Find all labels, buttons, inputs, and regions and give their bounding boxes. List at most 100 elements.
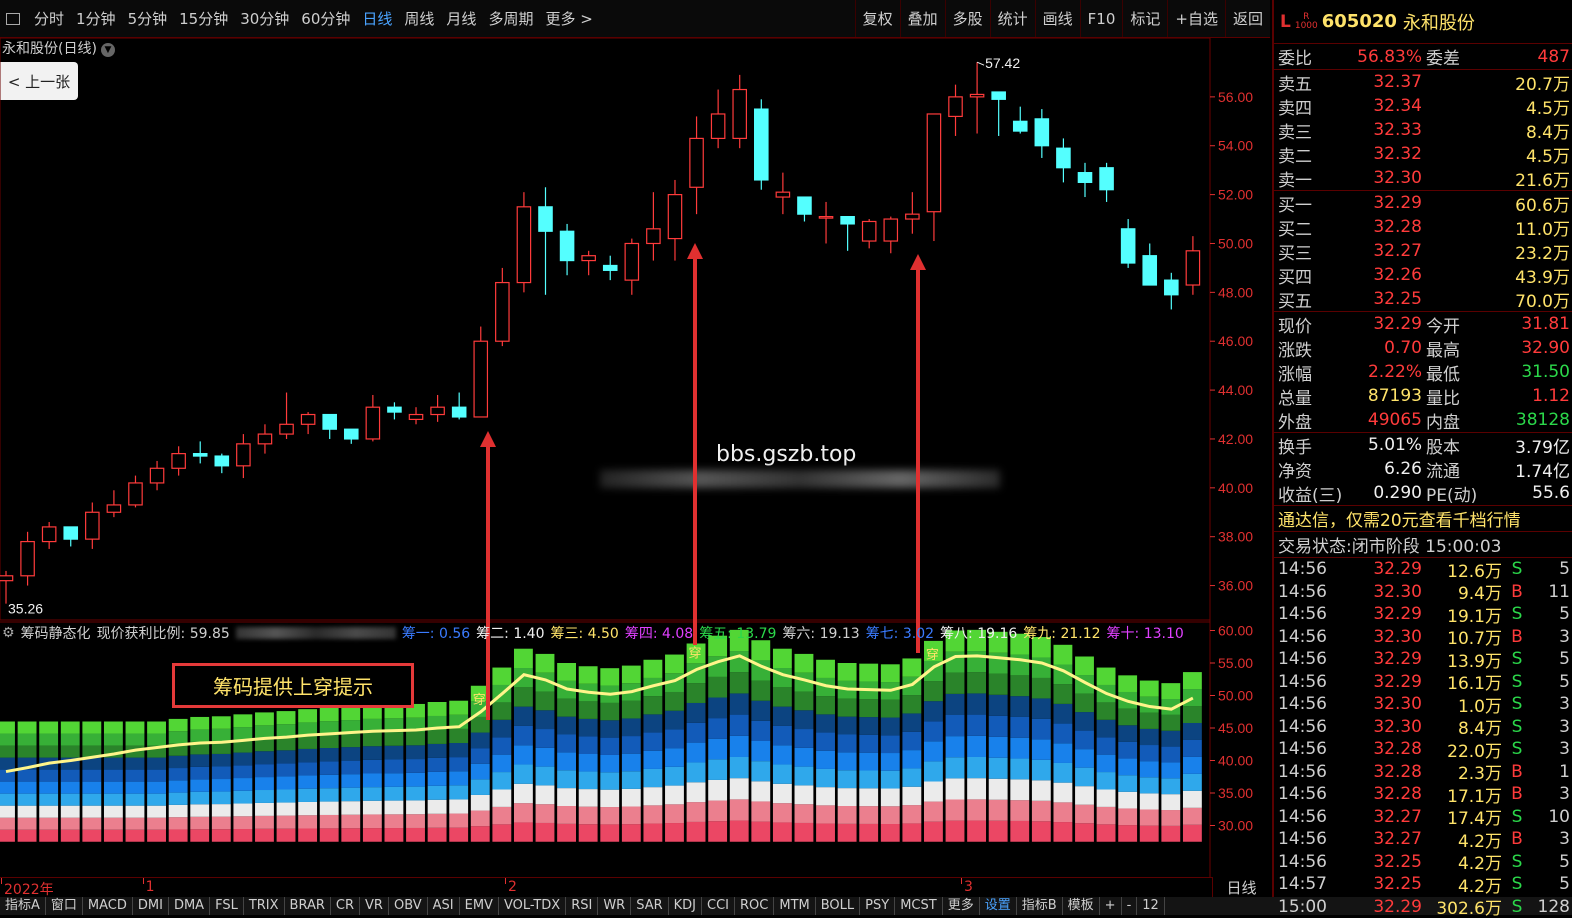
indicator-tab[interactable]: 更多 (943, 897, 980, 915)
chip-band (557, 752, 576, 770)
chip-band (255, 777, 274, 790)
chip-band (39, 794, 58, 806)
blurred-watermark (600, 470, 1000, 488)
book-price[interactable]: 32.28 (1326, 217, 1422, 237)
chip-band (298, 828, 317, 841)
indicator-tab[interactable]: DMI (133, 897, 169, 915)
ind-axis-label: 55.00 (1218, 655, 1253, 671)
indicator-tab[interactable]: TRIX (244, 897, 285, 915)
indicator-tab[interactable]: KDJ (669, 897, 702, 915)
indicator-name[interactable]: 筹码静态化 (21, 623, 91, 643)
indicator-tab[interactable]: OBV (389, 897, 428, 915)
chip-band (838, 735, 857, 753)
period-tab[interactable]: 60分钟 (295, 8, 356, 29)
book-price[interactable]: 32.37 (1326, 72, 1422, 92)
indicator-tab[interactable]: VR (360, 897, 389, 915)
chip-band (600, 720, 619, 737)
indicator-tab[interactable]: 设置 (980, 897, 1017, 915)
period-tab[interactable]: 5分钟 (122, 8, 174, 29)
period-tab[interactable]: 月线 (440, 8, 482, 29)
indicator-tab[interactable]: + (1100, 897, 1122, 915)
indicator-tab[interactable]: 12 (1137, 897, 1165, 915)
gear-icon[interactable]: ⚙ (2, 625, 15, 641)
tool-button[interactable]: 多股 (945, 0, 990, 37)
book-price[interactable]: 32.27 (1326, 241, 1422, 261)
indicator-tab[interactable]: MCST (895, 897, 943, 915)
indicator-tab[interactable]: - (1122, 897, 1138, 915)
indicator-tab[interactable]: BRAR (285, 897, 331, 915)
window-icon[interactable] (6, 13, 20, 25)
chip-band (169, 829, 188, 841)
chip-band (82, 782, 101, 794)
indicator-tab[interactable]: MACD (83, 897, 133, 915)
chip-band (190, 754, 209, 766)
indicator-tab[interactable]: ASI (428, 897, 460, 915)
promo-banner[interactable]: 通达信，仅需20元查看千档行情 (1274, 506, 1572, 532)
indicator-tab[interactable]: PSY (860, 897, 895, 915)
tick-list[interactable]: 14:5632.2912.6万S514:5632.309.4万B1114:563… (1274, 558, 1572, 918)
indicator-tab[interactable]: 模板 (1063, 897, 1100, 915)
chip-band (1183, 672, 1202, 689)
chip-band (643, 805, 662, 823)
chip-band (233, 765, 252, 778)
chip-band (492, 737, 511, 754)
tool-button[interactable]: 叠加 (900, 0, 945, 37)
indicator-tab[interactable]: 指标B (1017, 897, 1063, 915)
indicator-tab[interactable]: MTM (774, 897, 815, 915)
tool-button[interactable]: 复权 (855, 0, 900, 37)
indicator-tab[interactable]: EMV (460, 897, 499, 915)
indicator-tab[interactable]: BOLL (816, 897, 860, 915)
tool-button[interactable]: +自选 (1167, 0, 1225, 37)
price-axis-label: 42.00 (1218, 431, 1253, 447)
chip-band (989, 758, 1008, 779)
indicator-tab[interactable]: ROC (735, 897, 774, 915)
chip-band (751, 721, 770, 741)
chip-band (341, 774, 360, 788)
indicator-tab[interactable]: VOL-TDX (499, 897, 566, 915)
book-price[interactable]: 32.33 (1326, 120, 1422, 140)
chip-band (838, 717, 857, 735)
price-axis-label: 44.00 (1218, 382, 1253, 398)
indicator-tab[interactable]: DMA (169, 897, 210, 915)
tool-button[interactable]: 统计 (990, 0, 1035, 37)
chip-band (643, 751, 662, 769)
chip-band (751, 822, 770, 842)
indicator-tab[interactable]: 指标A (0, 897, 46, 915)
chip-band (1032, 821, 1051, 841)
indicator-tab[interactable]: WR (598, 897, 631, 915)
chip-band (1075, 805, 1094, 824)
book-price[interactable]: 32.29 (1326, 193, 1422, 213)
candle-body (301, 415, 314, 425)
tick-row: 14:5632.274.2万B3 (1274, 828, 1572, 851)
period-tab[interactable]: 更多 > (539, 8, 598, 29)
book-price[interactable]: 32.34 (1326, 96, 1422, 116)
indicator-tab[interactable]: CR (331, 897, 360, 915)
chip-band (1010, 800, 1029, 821)
chip-band (61, 818, 80, 830)
period-tab[interactable]: 周线 (398, 8, 440, 29)
candle-body (1165, 280, 1178, 295)
indicator-tab[interactable]: RSI (566, 897, 598, 915)
period-tab[interactable]: 30分钟 (234, 8, 295, 29)
trade-status-label: 交易状态: (1278, 532, 1352, 557)
period-tab[interactable]: 1分钟 (70, 8, 122, 29)
kline-chart[interactable]: 56.0054.0052.0050.0048.0046.0044.0042.00… (0, 38, 1272, 877)
period-tab[interactable]: 多周期 (482, 8, 539, 29)
period-tab[interactable]: 15分钟 (173, 8, 234, 29)
book-price[interactable]: 32.32 (1326, 144, 1422, 164)
daily-label[interactable]: 日线 (1212, 877, 1270, 897)
book-price[interactable]: 32.25 (1326, 289, 1422, 309)
book-price[interactable]: 32.30 (1326, 168, 1422, 188)
indicator-tab[interactable]: 窗口 (46, 897, 83, 915)
period-tab[interactable]: 分时 (28, 8, 70, 29)
indicator-tab[interactable]: SAR (631, 897, 668, 915)
book-price[interactable]: 32.26 (1326, 265, 1422, 285)
period-tab[interactable]: 日线 (356, 8, 398, 29)
indicator-tab[interactable]: CCI (702, 897, 735, 915)
tool-button[interactable]: 画线 (1035, 0, 1080, 37)
indicator-tab[interactable]: FSL (210, 897, 244, 915)
tool-button[interactable]: F10 (1080, 0, 1123, 37)
tool-button[interactable]: 标记 (1122, 0, 1167, 37)
tool-button[interactable]: 返回 (1225, 0, 1270, 37)
chip-band (104, 806, 123, 818)
